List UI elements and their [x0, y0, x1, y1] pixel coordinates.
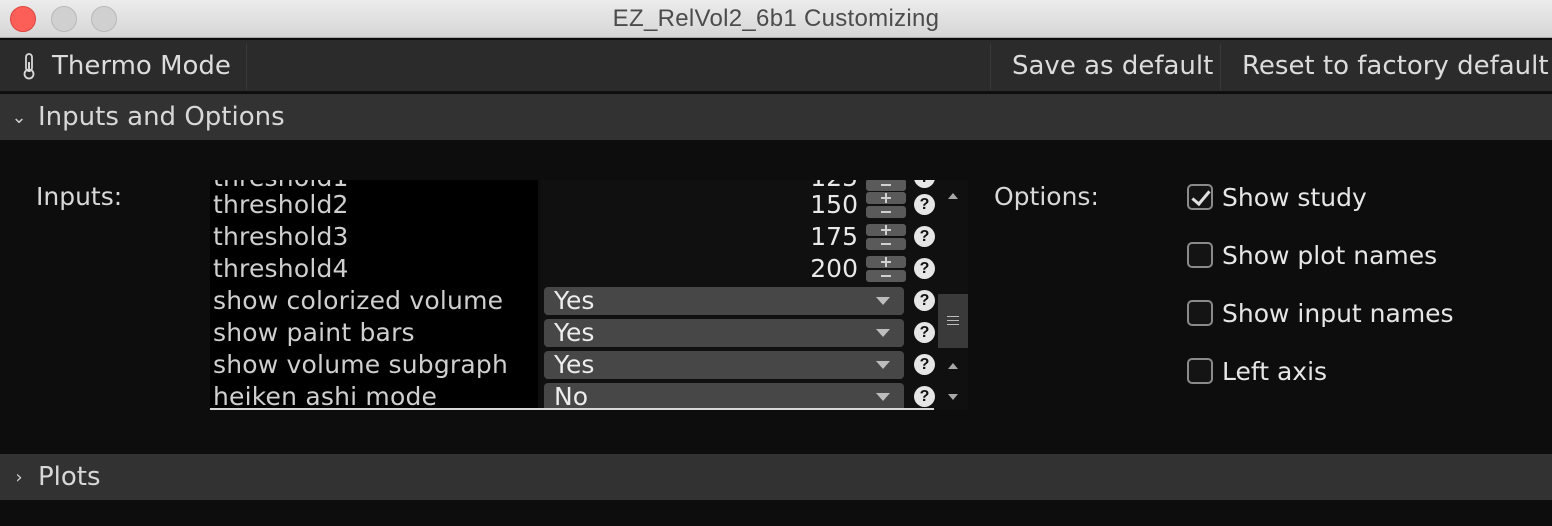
- chevron-down-icon: ⌄: [11, 106, 27, 128]
- left-axis-checkbox[interactable]: [1187, 358, 1213, 384]
- increment-button[interactable]: [866, 192, 906, 204]
- toolbar-divider: [1220, 44, 1221, 90]
- input-value[interactable]: 200: [810, 253, 858, 285]
- toolbar-divider: [246, 44, 247, 90]
- increment-button[interactable]: [866, 256, 906, 268]
- select-dropdown[interactable]: No: [544, 383, 904, 410]
- scroll-up-icon[interactable]: [948, 363, 958, 369]
- caret-down-icon: [876, 361, 890, 369]
- plots-title: Plots: [38, 462, 101, 492]
- table-row: show colorized volume Yes ?: [210, 285, 938, 317]
- input-value[interactable]: 175: [810, 221, 858, 253]
- input-name: show paint bars: [213, 318, 415, 347]
- toolbar-divider: [990, 44, 991, 90]
- inputs-table: threshold1 125 ? threshold2 150 ? thresh…: [210, 180, 968, 410]
- table-row: show volume subgraph Yes ?: [210, 349, 938, 381]
- save-as-default-button[interactable]: Save as default: [1012, 40, 1213, 92]
- table-bottom-border: [210, 408, 934, 410]
- table-row: threshold4 200 ?: [210, 253, 938, 285]
- show-plot-names-label: Show plot names: [1222, 240, 1438, 270]
- input-name: threshold3: [213, 222, 349, 251]
- show-input-names-option[interactable]: Show input names: [1187, 296, 1454, 330]
- show-input-names-label: Show input names: [1222, 298, 1454, 328]
- table-row: threshold2 150 ?: [210, 189, 938, 221]
- inputs-label: Inputs:: [36, 182, 123, 211]
- input-name: show volume subgraph: [213, 350, 509, 379]
- decrement-button[interactable]: [866, 206, 906, 218]
- help-icon[interactable]: ?: [914, 194, 935, 215]
- help-icon[interactable]: ?: [914, 180, 935, 188]
- left-axis-label: Left axis: [1222, 356, 1328, 386]
- select-value: No: [554, 382, 588, 411]
- decrement-button[interactable]: [866, 238, 906, 250]
- table-row: heiken ashi mode No ?: [210, 381, 938, 410]
- help-icon[interactable]: ?: [914, 226, 935, 247]
- select-dropdown[interactable]: Yes: [544, 351, 904, 379]
- select-value: Yes: [554, 350, 595, 379]
- scroll-up-icon[interactable]: [948, 193, 958, 199]
- scrollbar-thumb[interactable]: [938, 294, 968, 348]
- show-input-names-checkbox[interactable]: [1187, 300, 1213, 326]
- inputs-options-title: Inputs and Options: [38, 102, 285, 132]
- input-name: threshold4: [213, 254, 349, 283]
- show-study-option[interactable]: Show study: [1187, 180, 1367, 214]
- left-axis-option[interactable]: Left axis: [1187, 354, 1327, 388]
- input-name: heiken ashi mode: [213, 382, 438, 410]
- window-title: EZ_RelVol2_6b1 Customizing: [612, 5, 940, 32]
- caret-down-icon: [876, 329, 890, 337]
- select-dropdown[interactable]: Yes: [544, 319, 904, 347]
- increment-button[interactable]: [866, 224, 906, 236]
- reset-factory-default-button[interactable]: Reset to factory default: [1242, 40, 1549, 92]
- show-plot-names-option[interactable]: Show plot names: [1187, 238, 1437, 272]
- title-bar: EZ_RelVol2_6b1 Customizing: [0, 0, 1552, 38]
- inputs-options-section-header[interactable]: ⌄ Inputs and Options: [0, 94, 1552, 140]
- help-icon[interactable]: ?: [914, 386, 935, 407]
- help-icon[interactable]: ?: [914, 322, 935, 343]
- scroll-down-icon[interactable]: [948, 394, 958, 400]
- show-study-checkbox[interactable]: [1187, 184, 1213, 210]
- thermo-mode-label: Thermo Mode: [52, 51, 231, 81]
- show-plot-names-checkbox[interactable]: [1187, 242, 1213, 268]
- decrement-button[interactable]: [866, 270, 906, 282]
- help-icon[interactable]: ?: [914, 290, 935, 311]
- thermo-mode-button[interactable]: Thermo Mode: [20, 40, 231, 92]
- help-icon[interactable]: ?: [914, 354, 935, 375]
- input-name: threshold2: [213, 190, 349, 219]
- select-value: Yes: [554, 286, 595, 315]
- help-icon[interactable]: ?: [914, 258, 935, 279]
- options-label: Options:: [994, 182, 1099, 211]
- table-row: threshold3 175 ?: [210, 221, 938, 253]
- input-value[interactable]: 150: [810, 189, 858, 221]
- select-dropdown[interactable]: Yes: [544, 287, 904, 315]
- input-name: show colorized volume: [213, 286, 504, 315]
- show-study-label: Show study: [1222, 182, 1367, 212]
- toolbar: Thermo Mode Save as default Reset to fac…: [0, 40, 1552, 92]
- value-stepper[interactable]: [866, 256, 906, 283]
- thermometer-icon: [20, 52, 38, 80]
- caret-down-icon: [876, 297, 890, 305]
- value-stepper[interactable]: [866, 192, 906, 219]
- value-stepper[interactable]: [866, 224, 906, 251]
- select-value: Yes: [554, 318, 595, 347]
- table-row: show paint bars Yes ?: [210, 317, 938, 349]
- caret-down-icon: [876, 393, 890, 401]
- chevron-right-icon: ›: [15, 466, 23, 488]
- plots-section-header[interactable]: › Plots: [0, 454, 1552, 500]
